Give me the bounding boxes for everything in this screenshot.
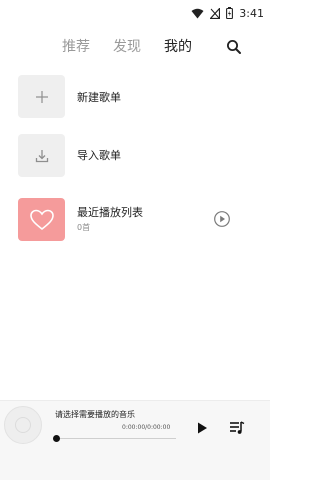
- list-item-recent-playlist[interactable]: 最近播放列表 0首: [0, 198, 270, 248]
- play-icon: [198, 422, 207, 434]
- tab-mine[interactable]: 我的: [164, 36, 192, 58]
- playlist-icon: [230, 421, 245, 434]
- wifi-icon: [191, 4, 204, 23]
- song-title: 请选择需要播放的音乐: [55, 410, 135, 419]
- playlist-button[interactable]: [229, 420, 245, 434]
- recent-playlist-label: 最近播放列表: [77, 206, 143, 219]
- plus-icon: [35, 90, 48, 103]
- search-button[interactable]: [225, 38, 243, 56]
- battery-icon: [226, 4, 234, 23]
- album-disc[interactable]: [4, 406, 42, 444]
- heart-icon: [29, 209, 54, 230]
- search-icon: [227, 40, 241, 54]
- status-icons: 3:41: [191, 6, 264, 20]
- list-item-new-playlist[interactable]: 新建歌单: [0, 75, 270, 125]
- play-circle-icon: [214, 211, 230, 227]
- play-button[interactable]: [195, 420, 209, 434]
- import-icon: [35, 149, 48, 162]
- mini-player: 请选择需要播放的音乐 0:00:00/0:00:00: [0, 400, 270, 480]
- new-playlist-tile: [18, 75, 65, 118]
- progress-knob[interactable]: [53, 435, 60, 442]
- progress-slider[interactable]: [53, 435, 176, 442]
- recent-playlist-count: 0首: [77, 223, 91, 232]
- list-item-import-playlist[interactable]: 导入歌单: [0, 134, 270, 184]
- status-bar: 3:41: [0, 0, 270, 26]
- recent-playlist-cover: [18, 198, 65, 241]
- signal-icon: [209, 4, 221, 23]
- playback-time: 0:00:00/0:00:00: [122, 424, 171, 431]
- new-playlist-label: 新建歌单: [77, 91, 121, 104]
- tab-recommend[interactable]: 推荐: [62, 36, 90, 58]
- import-playlist-tile: [18, 134, 65, 177]
- album-disc-center: [15, 417, 31, 433]
- import-playlist-label: 导入歌单: [77, 149, 121, 162]
- tab-discover[interactable]: 发现: [113, 36, 141, 58]
- status-time: 3:41: [239, 6, 264, 20]
- recent-playlist-play-button[interactable]: [213, 210, 231, 228]
